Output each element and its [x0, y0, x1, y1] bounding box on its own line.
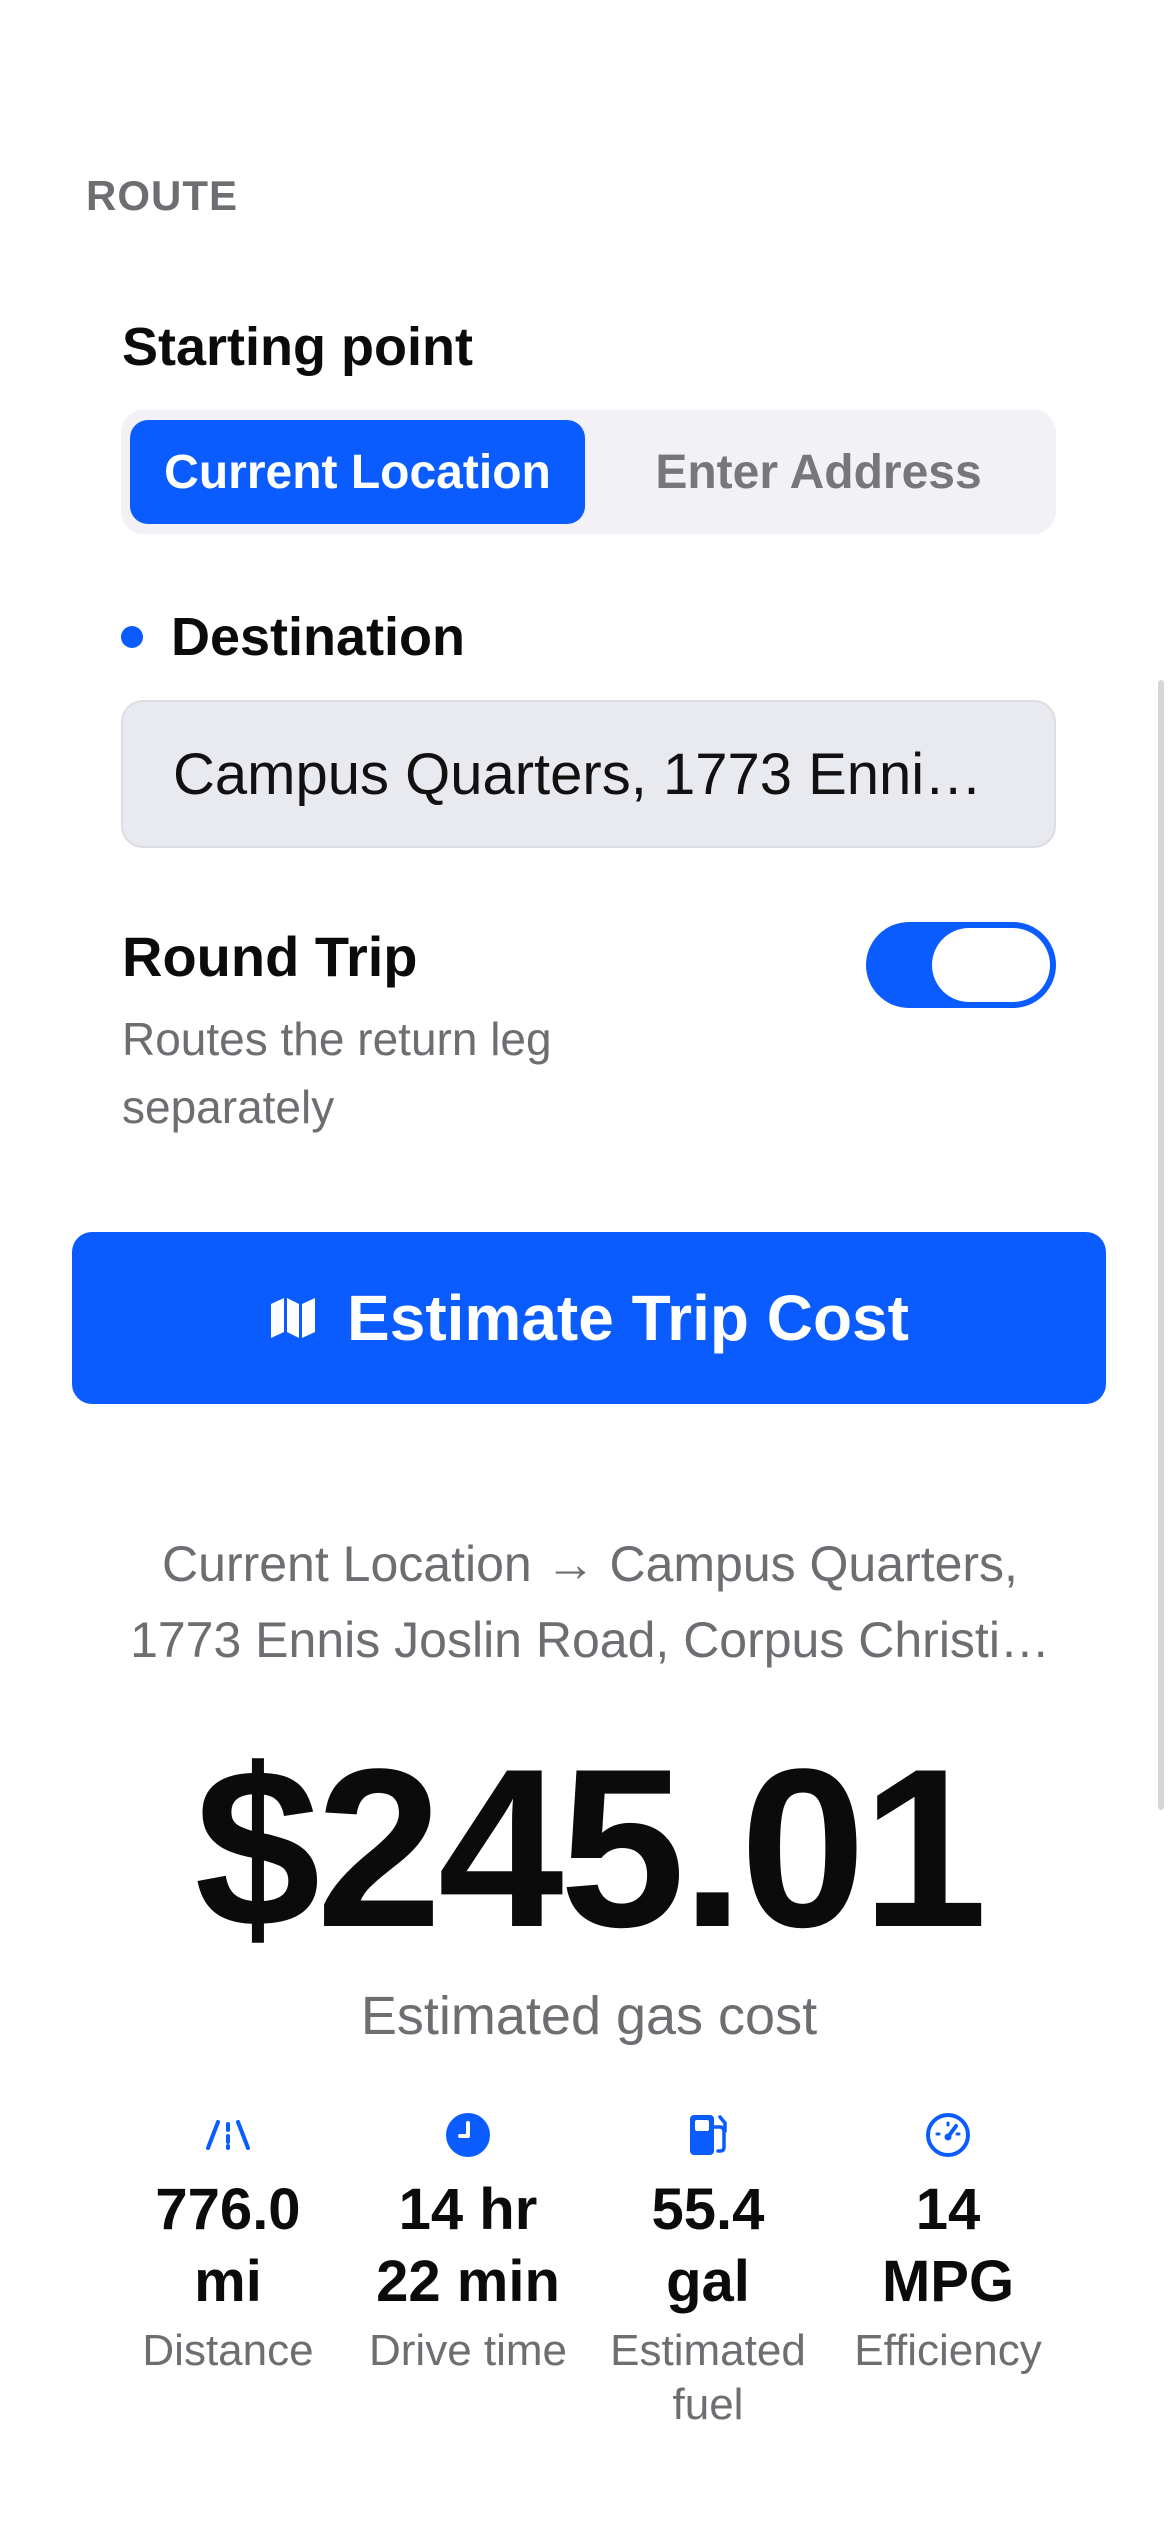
- destination-value: Campus Quarters, 1773 Ennis Joslin Road,…: [173, 741, 1004, 807]
- stat-efficiency: 14 MPG Efficiency: [828, 2110, 1068, 2432]
- required-dot-icon: [121, 626, 143, 648]
- estimate-trip-cost-button[interactable]: Estimate Trip Cost: [72, 1232, 1106, 1404]
- estimated-cost-amount: $245.01: [194, 1721, 988, 1974]
- road-icon: [204, 2110, 252, 2160]
- stat-label: Distance: [142, 2326, 314, 2375]
- stat-label: Estimated fuel: [610, 2326, 806, 2429]
- segment-current-location[interactable]: Current Location: [130, 420, 585, 524]
- estimated-cost-caption: Estimated gas cost: [360, 1986, 818, 2046]
- speedometer-icon: [925, 2110, 971, 2160]
- stat-label: Efficiency: [854, 2326, 1042, 2375]
- route-section-label: ROUTE: [86, 172, 238, 219]
- starting-point-label: Starting point: [122, 317, 473, 377]
- stat-value: 14 hr 22 min: [376, 2177, 560, 2314]
- route-summary-line2: 1773 Ennis Joslin Road, Corpus Christi…: [130, 1612, 1050, 1668]
- round-trip-title: Round Trip: [122, 925, 418, 988]
- stat-value: 55.4 gal: [651, 2177, 765, 2314]
- segment-enter-address[interactable]: Enter Address: [591, 420, 1046, 524]
- trip-stats: 776.0 mi Distance 14 hr 22 min Drive tim…: [108, 2110, 1068, 2432]
- fuel-pump-icon: [686, 2110, 730, 2160]
- starting-point-segmented-control: Current Location Enter Address: [121, 410, 1056, 534]
- scrollbar[interactable]: [1158, 680, 1164, 1810]
- clock-icon: [445, 2110, 491, 2160]
- toggle-knob: [932, 928, 1050, 1002]
- stat-value: 14 MPG: [881, 2177, 1015, 2314]
- destination-label-row: Destination: [121, 606, 465, 668]
- estimate-button-label: Estimate Trip Cost: [347, 1282, 909, 1354]
- stat-label: Drive time: [368, 2326, 568, 2375]
- route-summary: Current Location → Campus Quarters, 1773…: [80, 1526, 1100, 1678]
- stat-distance: 776.0 mi Distance: [108, 2110, 348, 2432]
- stat-estimated-fuel: 55.4 gal Estimated fuel: [588, 2110, 828, 2432]
- map-icon: [271, 1298, 316, 1338]
- stat-value: 776.0 mi: [155, 2177, 301, 2314]
- destination-label: Destination: [171, 607, 466, 667]
- destination-field[interactable]: Campus Quarters, 1773 Ennis Joslin Road,…: [121, 700, 1056, 848]
- stat-drive-time: 14 hr 22 min Drive time: [348, 2110, 588, 2432]
- round-trip-subtitle: Routes the return leg separately: [122, 1013, 552, 1133]
- route-summary-line1: Current Location → Campus Quarters,: [162, 1536, 1018, 1592]
- round-trip-toggle[interactable]: [866, 922, 1056, 1008]
